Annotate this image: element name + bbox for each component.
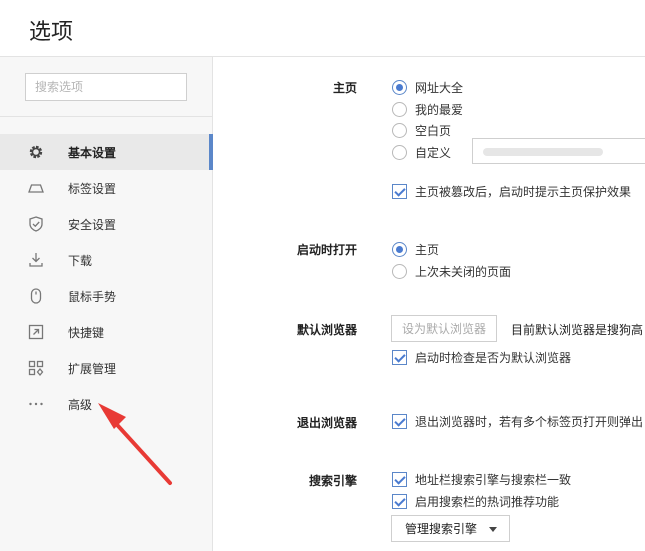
shortcut-icon [27,323,45,341]
sidebar-item-shortcuts[interactable]: 快捷键 [0,314,213,350]
checkbox[interactable] [392,471,407,487]
red-arrow-annotation [98,403,172,485]
sidebar-item-label: 高级 [68,397,93,412]
homepage-option-blank[interactable]: 空白页 [392,121,451,139]
search-engine-label: 搜索引擎 [308,474,357,488]
homepage-option-favorites[interactable]: 我的最爱 [392,100,463,118]
blurred-url [483,148,603,156]
sidebar-item-label: 安全设置 [68,217,117,232]
more-icon [27,395,45,413]
checkbox[interactable] [392,183,407,199]
shield-icon [27,215,45,233]
sidebar-item-tab-settings[interactable]: 标签设置 [0,170,213,206]
startup-option-home[interactable]: 主页 [392,240,439,258]
exit-warn-checkbox[interactable]: 退出浏览器时，若有多个标签页打开则弹出 [392,412,643,430]
sidebar-item-label: 扩展管理 [68,361,117,376]
sidebar-item-basic-settings[interactable]: 基本设置 [0,134,213,170]
search-sync-checkbox[interactable]: 地址栏搜索引擎与搜索栏一致 [392,470,571,488]
check-default-on-start[interactable]: 启动时检查是否为默认浏览器 [392,348,571,366]
default-browser-status: 目前默认浏览器是搜狗高 [511,323,644,337]
extensions-icon [27,359,45,377]
checkbox[interactable] [392,413,407,429]
sidebar-item-label: 基本设置 [68,145,117,160]
custom-homepage-input[interactable] [472,138,645,164]
sidebar-item-mouse-gestures[interactable]: 鼠标手势 [0,278,213,314]
checkbox[interactable] [392,349,407,365]
sidebar-item-security-settings[interactable]: 安全设置 [0,206,213,242]
sidebar-item-extensions[interactable]: 扩展管理 [0,350,213,386]
homepage-protect-checkbox[interactable]: 主页被篡改后，启动时提示主页保护效果 [392,182,631,200]
gear-icon [27,143,45,161]
options-window: 选项 基本设置 标签设置 安全设置 下载 [0,0,645,551]
sidebar-item-label: 鼠标手势 [68,289,117,304]
set-default-browser-button[interactable]: 设为默认浏览器 [391,315,497,342]
homepage-option-nav[interactable]: 网址大全 [392,78,463,96]
tab-icon [27,179,45,197]
title-bar: 选项 [0,0,645,57]
startup-label: 启动时打开 [296,243,357,257]
hot-words-checkbox[interactable]: 启用搜索栏的热词推荐功能 [392,492,559,510]
sidebar-item-download[interactable]: 下载 [0,242,213,278]
mouse-icon [27,287,45,305]
window-title: 选项 [29,20,74,45]
radio[interactable] [392,122,407,138]
default-browser-label: 默认浏览器 [296,323,357,337]
checkbox[interactable] [392,493,407,509]
download-icon [27,251,45,269]
manage-search-engines-button[interactable]: 管理搜索引擎 [391,515,510,542]
dropdown-arrow-icon [489,527,497,532]
search-input[interactable] [25,73,187,101]
exit-browser-label: 退出浏览器 [296,416,357,430]
sidebar-divider [0,116,213,117]
homepage-label: 主页 [332,81,357,95]
radio-selected[interactable] [392,79,407,95]
settings-content: 主页 网址大全 我的最爱 空白页 自定义 主页被篡改后，启动时提示主页保护效果 … [214,57,645,551]
sidebar-item-label: 下载 [68,253,93,268]
startup-option-last-session[interactable]: 上次未关闭的页面 [392,262,511,280]
radio[interactable] [392,263,407,279]
sidebar-item-label: 快捷键 [68,325,105,340]
sidebar-item-label: 标签设置 [68,181,117,196]
radio[interactable] [392,144,407,160]
homepage-option-custom[interactable]: 自定义 [392,143,451,161]
radio-selected[interactable] [392,241,407,257]
radio[interactable] [392,101,407,117]
